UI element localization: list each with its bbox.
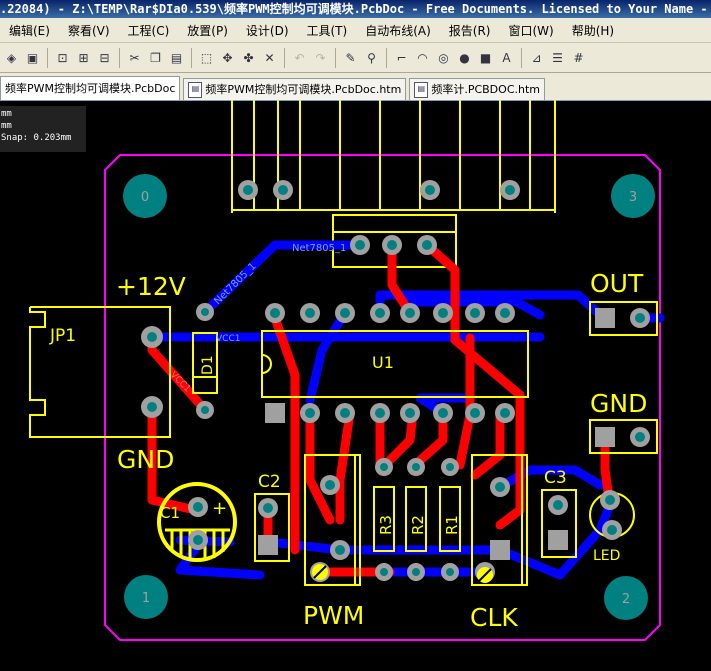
mount-label-3: 3 [629,190,637,205]
pad-icon[interactable]: ● [455,48,474,67]
toolbar-separator [335,47,336,68]
pencil-icon[interactable]: ✎ [341,48,360,67]
coordinate-info-panel: mm mm Snap: 0.203mm [0,106,86,152]
move-icon[interactable]: ✥ [218,48,237,67]
pcb-canvas[interactable]: 0 3 1 2 Net7805_1 Net7805_1 VCC1 VCC1 +1… [0,100,711,671]
pwm-label: PWM [303,601,364,630]
fill-icon[interactable]: ■ [476,48,495,67]
document-tabs: 频率PWM控制均可调模块.PcbDoc ▤ 频率PWM控制均可调模块.PcbDo… [0,73,711,101]
gnd-right-label: GND [590,389,647,418]
chart-icon[interactable]: ⊿ [527,48,546,67]
document-icon: ▤ [414,81,429,98]
menu-bar: 编辑(E) 察看(V) 工程(C) 放置(P) 设计(D) 工具(T) 自动布线… [0,18,711,43]
layers-icon[interactable]: ◈ [2,48,21,67]
info-line: mm [1,121,12,131]
led-label: LED [593,548,620,564]
c1-label: C1 [160,504,180,522]
menu-window[interactable]: 窗口(W) [499,22,562,39]
menu-design[interactable]: 设计(D) [237,22,298,39]
tab-pcbdoc-htm[interactable]: ▤ 频率PWM控制均可调模块.PcbDoc.htm [183,78,407,100]
window-title: .22084) - Z:\TEMP\Rar$DIa0.539\频率PWM控制均可… [0,0,711,18]
out-label: OUT [590,269,644,298]
align-icon[interactable]: ☰ [548,48,567,67]
r1-label: R1 [443,515,461,535]
zoom-area-icon[interactable]: ⊞ [74,48,93,67]
cut-icon[interactable]: ✂ [125,48,144,67]
c2-label: C2 [258,472,281,492]
net-label-7805-b: Net7805_1 [212,261,258,307]
jp1-label: JP1 [49,326,76,346]
paste-icon[interactable]: ▤ [167,48,186,67]
net-label-7805: Net7805_1 [292,243,346,254]
mount-label-2: 2 [622,592,630,607]
select-rect-icon[interactable]: ⬚ [197,48,216,67]
save-icon[interactable]: ▣ [23,48,42,67]
menu-help[interactable]: 帮助(H) [563,22,623,39]
power-label: +12V [116,272,186,301]
menu-place[interactable]: 放置(P) [178,22,237,39]
tab-pcbdoc[interactable]: 频率PWM控制均可调模块.PcbDoc [0,76,181,100]
grid-icon[interactable]: # [569,48,588,67]
toolbar-separator [386,47,387,68]
tab-frequency-htm[interactable]: ▤ 频率计.PCBDOC.htm [409,78,545,100]
gnd-left-label: GND [117,445,174,474]
d1-label: D1 [200,355,216,375]
toolbar-separator [191,47,192,68]
cross-probe-icon[interactable]: ✤ [239,48,258,67]
tab-label: 频率PWM控制均可调模块.PcbDoc.htm [205,83,402,96]
u1-label: U1 [372,353,394,372]
toolbar-separator [47,47,48,68]
net-label-vcc1-b: VCC1 [168,370,192,394]
arc-icon[interactable]: ◠ [413,48,432,67]
search-icon[interactable]: ⚲ [362,48,381,67]
info-line: mm [1,109,12,119]
document-icon: ▤ [188,81,203,98]
snap-readout: Snap: 0.203mm [1,133,72,143]
deselect-icon[interactable]: ✕ [260,48,279,67]
r2-label: R2 [409,515,427,535]
toolbar: ◈ ▣ ⊡ ⊞ ⊟ ✂ ❐ ▤ ⬚ ✥ ✤ ✕ ↶ ↷ ✎ ⚲ ⌐ ◠ ◎ ● … [0,43,711,73]
copy-icon[interactable]: ❐ [146,48,165,67]
net-label-vcc1: VCC1 [216,334,240,344]
undo-icon[interactable]: ↶ [290,48,309,67]
mount-label-1: 1 [142,591,150,606]
toolbar-separator [119,47,120,68]
zoom-select-icon[interactable]: ⊟ [95,48,114,67]
zoom-fit-icon[interactable]: ⊡ [53,48,72,67]
tab-label: 频率计.PCBDOC.htm [431,83,540,96]
toolbar-separator [521,47,522,68]
string-icon[interactable]: A [497,48,516,67]
c1-plus-label: + [212,498,227,519]
route-icon[interactable]: ⌐ [392,48,411,67]
tab-label: 频率PWM控制均可调模块.PcbDoc [5,82,176,95]
redo-icon[interactable]: ↷ [311,48,330,67]
menu-reports[interactable]: 报告(R) [440,22,500,39]
mount-label-0: 0 [141,190,149,205]
menu-autoroute[interactable]: 自动布线(A) [356,22,440,39]
menu-tools[interactable]: 工具(T) [298,22,357,39]
r3-label: R3 [377,515,395,535]
via-icon[interactable]: ◎ [434,48,453,67]
menu-edit[interactable]: 编辑(E) [0,22,59,39]
menu-project[interactable]: 工程(C) [119,22,179,39]
menu-view[interactable]: 察看(V) [59,22,119,39]
c3-label: C3 [544,468,567,488]
toolbar-separator [284,47,285,68]
clk-label: CLK [470,603,518,632]
